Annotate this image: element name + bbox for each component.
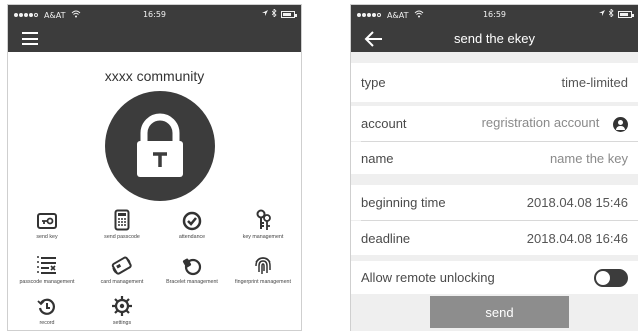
type-row[interactable]: type time-limited — [351, 63, 638, 102]
passcode-management-label: passcode management — [19, 279, 75, 285]
key-management-label: key management — [242, 234, 284, 240]
card-management-label: card management — [100, 279, 144, 285]
card-icon — [111, 256, 132, 275]
clock: 16:59 — [142, 10, 167, 19]
community-title: xxxx community — [104, 68, 205, 84]
status-bar: A&AT 16:59 — [351, 5, 638, 25]
gear-icon — [112, 296, 132, 316]
bracelet-icon — [182, 258, 202, 276]
bluetooth-icon — [608, 8, 614, 19]
padlock-icon — [137, 113, 183, 177]
send-passcode-label: send passcode — [104, 234, 140, 240]
status-bar: A&AT 16:59 — [8, 5, 301, 25]
location-icon — [599, 9, 605, 19]
settings-label: settings — [112, 320, 132, 326]
list-icon — [37, 256, 56, 274]
record-label: record — [39, 320, 55, 326]
account-input[interactable]: regristration account — [482, 115, 600, 130]
beginning-time-label: beginning time — [361, 195, 446, 210]
beginning-time-value: 2018.04.08 15:46 — [526, 195, 628, 210]
name-input[interactable]: name the key — [550, 151, 628, 166]
type-value: time-limited — [561, 75, 628, 90]
deadline-row[interactable]: deadline 2018.04.08 16:46 — [351, 221, 638, 255]
keypad-icon — [114, 209, 130, 231]
key-management-tile[interactable]: key management — [227, 205, 299, 240]
menu-icon[interactable] — [22, 32, 38, 45]
check-circle-icon — [182, 211, 202, 231]
remote-unlock-row: Allow remote unlocking — [351, 261, 638, 294]
key-card-icon — [37, 213, 57, 229]
remote-unlock-toggle[interactable] — [594, 268, 628, 287]
account-row: account regristration account — [351, 106, 638, 141]
keys-icon — [256, 209, 271, 230]
name-label: name — [361, 150, 394, 166]
deadline-label: deadline — [361, 230, 411, 246]
fingerprint-management-tile[interactable]: fingerprint management — [227, 250, 299, 285]
history-icon — [37, 298, 55, 315]
main-screen: A&AT 16:59 xxxx community send key send … — [7, 4, 302, 331]
passcode-management-tile[interactable]: passcode management — [11, 250, 83, 285]
contact-icon[interactable] — [613, 116, 628, 132]
location-icon — [262, 9, 268, 19]
unlock-button[interactable] — [105, 91, 215, 201]
page-title: send the ekey — [454, 31, 535, 46]
beginning-time-row[interactable]: beginning time 2018.04.08 15:46 — [351, 185, 638, 220]
send-key-tile[interactable]: send key — [11, 205, 83, 240]
remote-unlock-label: Allow remote unlocking — [361, 270, 495, 285]
send-button[interactable]: send — [430, 296, 569, 328]
send-ekey-screen: A&AT 16:59 send the ekey type time-limit… — [350, 4, 638, 331]
settings-tile[interactable]: settings — [86, 291, 158, 326]
name-row: name name the key — [351, 142, 638, 174]
bluetooth-icon — [271, 8, 277, 19]
battery-icon — [281, 10, 297, 18]
attendance-label: attendance — [178, 234, 206, 240]
deadline-value: 2018.04.08 16:46 — [526, 230, 628, 246]
top-nav: send the ekey — [351, 25, 638, 52]
send-key-label: send key — [36, 234, 58, 240]
record-tile[interactable]: record — [11, 291, 83, 326]
clock: 16:59 — [482, 10, 507, 19]
battery-icon — [618, 10, 634, 18]
send-passcode-tile[interactable]: send passcode — [86, 205, 158, 240]
top-nav — [8, 25, 301, 52]
type-label: type — [361, 75, 386, 90]
attendance-tile[interactable]: attendance — [156, 205, 228, 240]
fingerprint-management-label: fingerprint management — [235, 279, 291, 285]
account-label: account — [361, 116, 407, 131]
bracelet-management-label: Bracelet management — [166, 279, 218, 285]
card-management-tile[interactable]: card management — [86, 250, 158, 285]
bracelet-management-tile[interactable]: Bracelet management — [156, 250, 228, 285]
fingerprint-icon — [255, 257, 271, 274]
